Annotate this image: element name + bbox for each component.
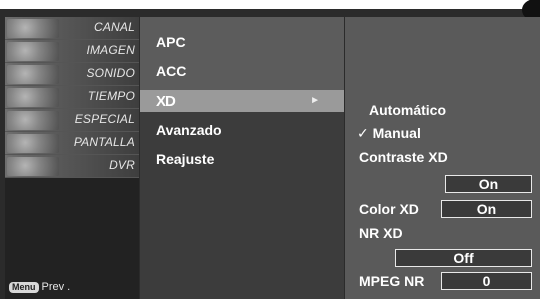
submenu-item-acc[interactable]: ACC [140, 58, 344, 84]
submenu-item-apc[interactable]: APC [140, 29, 344, 55]
menu-item-sonido[interactable]: SONIDO [5, 63, 139, 86]
menu-item-label: PANTALLA [73, 135, 135, 149]
prev-hint: Menu Prev . [9, 281, 70, 293]
menu-item-imagen[interactable]: IMAGEN [5, 40, 139, 63]
canal-icon [7, 19, 59, 38]
contraste-xd-value[interactable]: On [445, 175, 532, 193]
especial-icon [7, 111, 59, 130]
prev-label: Prev . [41, 281, 71, 293]
menu-item-label: SONIDO [86, 66, 135, 80]
contraste-xd-label: Contraste XD [359, 149, 448, 165]
submenu-column: APC ACC XD ► Avanzado Reajuste [140, 17, 344, 299]
option-manual-label: Manual [372, 125, 421, 141]
imagen-icon [7, 42, 59, 61]
nr-xd-label: NR XD [359, 225, 403, 241]
menu-item-canal[interactable]: CANAL [5, 17, 139, 40]
sonido-icon [7, 65, 59, 84]
pantalla-icon [7, 134, 59, 153]
dvr-icon [7, 157, 59, 176]
submenu-item-label: APC [156, 34, 186, 50]
menu-item-label: TIEMPO [87, 89, 135, 103]
submenu-item-avanzado[interactable]: Avanzado [140, 117, 344, 143]
color-xd-label: Color XD [359, 201, 419, 217]
menu-item-label: CANAL [93, 20, 135, 34]
menu-item-pantalla[interactable]: PANTALLA [5, 132, 139, 155]
submenu-item-label: ACC [156, 63, 187, 79]
menu-item-tiempo[interactable]: TIEMPO [5, 86, 139, 109]
menu-item-label: ESPECIAL [74, 112, 135, 126]
menu-item-label: DVR [109, 158, 135, 172]
check-icon: ✓ [357, 125, 369, 141]
menu-key-icon: Menu [9, 282, 39, 293]
tiempo-icon [7, 88, 59, 107]
menu-item-especial[interactable]: ESPECIAL [5, 109, 139, 132]
option-manual[interactable]: ✓ Manual [357, 125, 421, 142]
main-menu-column: CANAL IMAGEN SONIDO TIEMPO ESPECIAL PANT… [5, 17, 139, 299]
submenu-item-label: Avanzado [156, 122, 222, 138]
mpeg-nr-label: MPEG NR [359, 273, 425, 289]
color-xd-value[interactable]: On [441, 200, 532, 218]
submenu-arrow-icon: ► [310, 95, 320, 106]
xd-logo: XD [156, 93, 176, 110]
submenu-item-xd[interactable]: XD ► [140, 90, 344, 112]
nr-xd-value[interactable]: Off [395, 249, 532, 267]
mpeg-nr-value[interactable]: 0 [441, 272, 532, 290]
menu-item-label: IMAGEN [86, 43, 135, 57]
submenu-item-label: Reajuste [156, 151, 215, 167]
submenu-item-reajuste[interactable]: Reajuste [140, 146, 344, 172]
option-automatico[interactable]: Automático [369, 102, 446, 118]
menu-item-dvr[interactable]: DVR [5, 155, 139, 178]
xd-settings-panel: Automático ✓ Manual Contraste XD On Colo… [345, 17, 540, 299]
